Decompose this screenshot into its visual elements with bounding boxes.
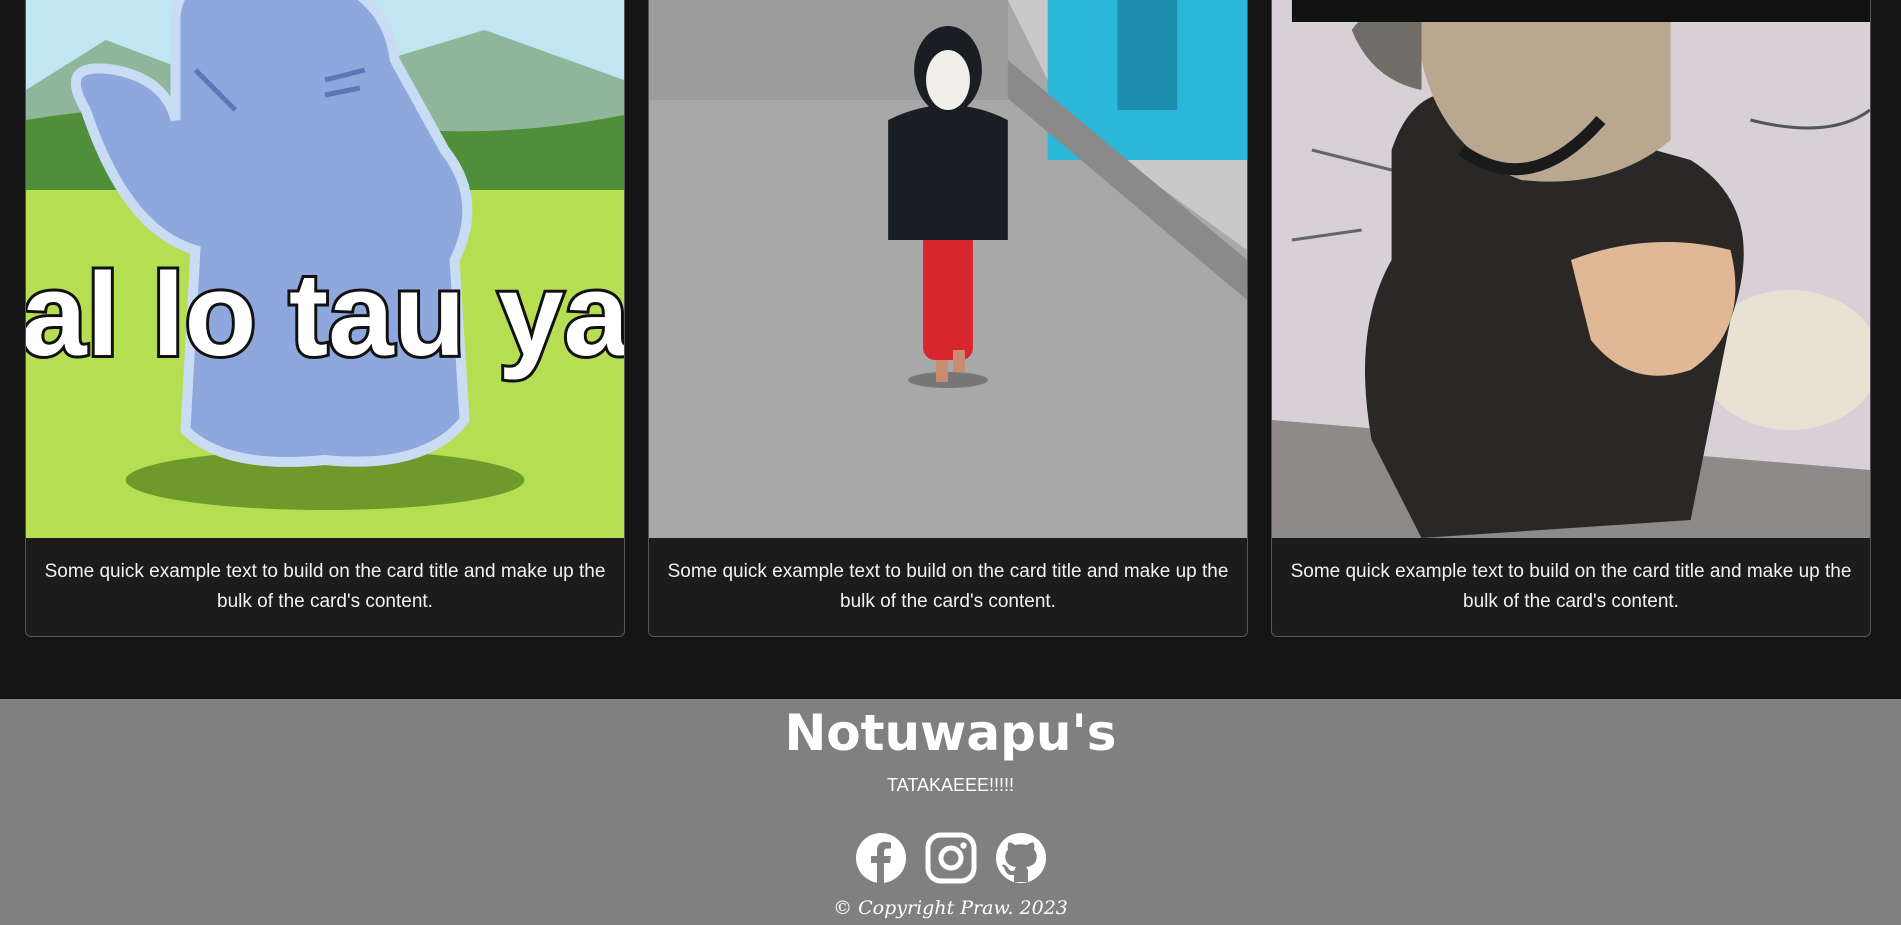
github-link[interactable] — [995, 832, 1047, 884]
footer-tagline: TATAKAEEE!!!!! — [886, 775, 1015, 795]
card-image: al lo tau ya — [26, 0, 624, 538]
facebook-icon — [855, 833, 906, 884]
card: Some quick example text to build on the … — [648, 0, 1248, 637]
card-text: Some quick example text to build on the … — [667, 561, 1229, 612]
card-image — [649, 0, 1247, 538]
copyright-text: Copyright Praw. 2023 — [858, 897, 1068, 919]
social-links — [0, 832, 1901, 884]
facebook-link[interactable] — [855, 832, 907, 884]
card-text: Some quick example text to build on the … — [1290, 561, 1852, 612]
card-body: Some quick example text to build on the … — [1272, 538, 1870, 636]
instagram-link[interactable] — [925, 832, 977, 884]
card: Some quick example text to build on the … — [1271, 0, 1871, 637]
card-body: Some quick example text to build on the … — [26, 538, 624, 636]
card-text: Some quick example text to build on the … — [44, 561, 606, 612]
copyright-icon: © — [833, 897, 853, 919]
card: al lo tau ya Some quick example text to … — [25, 0, 625, 637]
copyright-notice: © Copyright Praw. 2023 — [0, 896, 1901, 920]
card-image — [1272, 0, 1870, 538]
footer-brand: Notuwapu's — [784, 704, 1117, 762]
card-grid: al lo tau ya Some quick example text to … — [0, 0, 1901, 699]
site-footer: Notuwapu's TATAKAEEE!!!!! © Copyright Pr… — [0, 699, 1901, 925]
svg-text:al lo tau ya: al lo tau ya — [26, 248, 624, 380]
github-icon — [995, 833, 1046, 883]
card-body: Some quick example text to build on the … — [649, 538, 1247, 636]
instagram-icon — [925, 832, 976, 884]
